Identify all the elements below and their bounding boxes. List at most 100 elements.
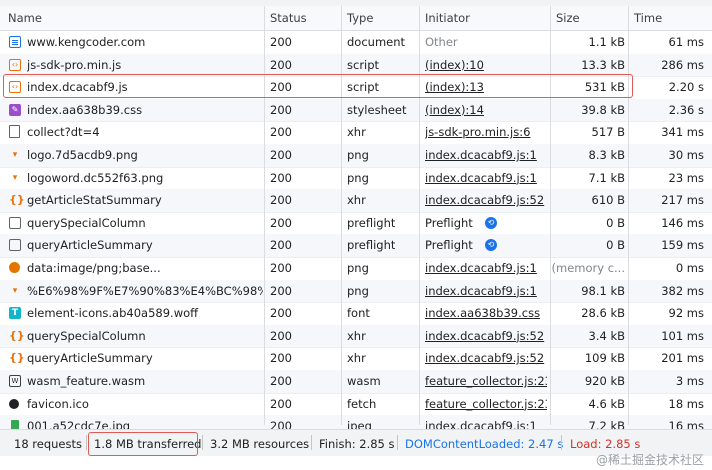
status-code: 200 — [270, 396, 292, 411]
table-row[interactable]: Telement-icons.ab40a589.woff 200 font index… — [0, 302, 712, 326]
initiator-link[interactable]: index.aa638b39.css — [425, 306, 547, 320]
initiator-link[interactable]: index.dcacabf9.js:1 — [425, 171, 547, 185]
initiator-link[interactable]: (index):14 — [425, 103, 547, 117]
table-row[interactable]: ✎ index.aa638b39.css 200 stylesheet (index):… — [0, 98, 712, 123]
initiator-link[interactable]: index.dcacabf9.js:1 — [425, 261, 547, 275]
size-value: 0 B — [606, 238, 625, 253]
request-name: queryArticleSummary — [27, 238, 153, 253]
requests-count: 18 requests — [14, 437, 82, 451]
request-name: element-icons.ab40a589.woff — [27, 306, 199, 321]
initiator-link[interactable]: (index):10 — [425, 58, 547, 72]
resource-type: xhr — [347, 193, 366, 208]
dom-content-loaded-time: DOMContentLoaded: 2.47 s — [405, 437, 564, 451]
initiator-link[interactable]: index.dcacabf9.js:52 — [425, 193, 547, 207]
size-value: 4.6 kB — [588, 396, 626, 411]
time-value: 2.20 s — [668, 80, 704, 95]
resource-type: stylesheet — [347, 102, 407, 117]
resource-type: png — [347, 283, 369, 298]
preflight-info-icon[interactable]: ⟲ — [485, 216, 497, 229]
table-row[interactable]: {} getArticleStatSummary 200 xhr index.dcaca… — [0, 189, 712, 213]
time-value: 0 ms — [675, 261, 704, 275]
font-icon: T — [9, 307, 21, 320]
time-value: 101 ms — [661, 328, 704, 343]
time-value: 201 ms — [661, 351, 704, 366]
column-divider — [550, 6, 551, 425]
time-value: 217 ms — [661, 193, 704, 208]
fetch-icon: {} — [9, 328, 25, 342]
request-name: %E6%98%9F%E7%90%83%E4%BC%98%E... — [27, 283, 263, 298]
table-row[interactable]: ▾ logo.7d5acdb9.png 200 png index.dcacabf9.j… — [0, 144, 712, 168]
status-code: 200 — [270, 261, 292, 275]
status-code: 200 — [270, 35, 292, 49]
table-row[interactable]: www.kengcoder.com 200 document Other 1.1 kB 6… — [0, 31, 712, 55]
resource-type: preflight — [347, 238, 396, 253]
status-code: 200 — [270, 102, 292, 117]
status-divider — [202, 435, 203, 450]
watermark: @稀土掘金技术社区 — [595, 453, 704, 467]
column-divider — [419, 6, 420, 425]
resource-type: xhr — [347, 125, 366, 140]
load-time: Load: 2.85 s — [570, 437, 641, 451]
column-header-status[interactable]: Status — [270, 11, 307, 25]
preflight-icon — [9, 239, 21, 252]
resource-type: fetch — [347, 396, 377, 411]
script-icon: ‹› — [9, 58, 21, 71]
initiator-link[interactable]: index.dcacabf9.js:52 — [425, 329, 547, 343]
time-value: 2.36 s — [668, 102, 704, 117]
wasm-icon: W — [9, 375, 21, 387]
image-icon: ▾ — [12, 150, 18, 160]
initiator-link[interactable]: feature_collector.js:23 — [425, 374, 547, 388]
request-name: favicon.ico — [27, 396, 89, 411]
fetch-icon: {} — [9, 351, 25, 365]
status-code: 200 — [270, 148, 292, 162]
status-code: 200 — [270, 125, 292, 140]
column-header-size[interactable]: Size — [556, 11, 580, 25]
resource-type: preflight — [347, 215, 396, 230]
data-image-icon — [9, 262, 20, 273]
table-row[interactable]: collect?dt=4 200 xhr js-sdk-pro.min.js:6 517… — [0, 121, 712, 145]
status-code: 200 — [270, 351, 292, 366]
status-divider — [311, 435, 312, 450]
status-code: 200 — [270, 238, 292, 253]
time-value: 341 ms — [661, 125, 704, 140]
initiator-link[interactable]: index.dcacabf9.js:1 — [425, 284, 547, 298]
size-value: 98.1 kB — [581, 283, 625, 298]
resource-type: script — [347, 57, 380, 72]
request-name: index.aa638b39.css — [27, 102, 143, 117]
time-value: 18 ms — [668, 396, 704, 411]
fetch-icon: {} — [9, 193, 25, 207]
resource-type: png — [347, 261, 369, 275]
column-header-initiator[interactable]: Initiator — [425, 11, 470, 25]
size-value: 517 B — [591, 125, 626, 140]
table-row[interactable]: querySpecialColumn 200 preflight Preflight 0… — [0, 212, 712, 236]
document-icon — [9, 36, 21, 48]
table-row[interactable]: data:image/png;base... 200 png index.dcacab… — [0, 257, 712, 281]
column-header-name[interactable]: Name — [8, 11, 42, 25]
size-value: 109 kB — [584, 351, 625, 366]
time-value: 286 ms — [661, 57, 704, 72]
column-divider — [628, 6, 629, 425]
table-row[interactable]: ▾ %E6%98%9F%E7%90%83%E4%BC%98%E... 200 png i… — [0, 279, 712, 304]
size-value: 1.1 kB — [588, 35, 626, 49]
table-row[interactable]: queryArticleSummary 200 preflight Preflight… — [0, 234, 712, 258]
column-header-time[interactable]: Time — [634, 11, 662, 25]
initiator-link[interactable]: js-sdk-pro.min.js:6 — [425, 125, 547, 139]
time-value: 382 ms — [661, 283, 704, 298]
column-divider — [341, 6, 342, 425]
request-name: logo.7d5acdb9.png — [27, 148, 138, 162]
table-row[interactable]: {} queryArticleSummary 200 xhr index.dcacabf… — [0, 347, 712, 371]
initiator-link[interactable]: index.dcacabf9.js:52 — [425, 351, 547, 365]
time-value: 23 ms — [668, 170, 704, 185]
column-header-type[interactable]: Type — [347, 11, 373, 25]
size-value: 7.1 kB — [588, 170, 626, 185]
time-value: 146 ms — [661, 215, 704, 230]
resource-type: font — [347, 306, 370, 321]
table-row[interactable]: {} querySpecialColumn 200 xhr index.dcacabf9… — [0, 324, 712, 349]
table-row[interactable]: Wwasm_feature.wasm 200 wasm feature_collect… — [0, 370, 712, 394]
table-row[interactable]: ▾ logoword.dc552f63.png 200 png index.dcacab… — [0, 167, 712, 191]
initiator-link[interactable]: feature_collector.js:23 — [425, 397, 547, 411]
status-code: 200 — [270, 215, 292, 230]
initiator-link[interactable]: index.dcacabf9.js:1 — [425, 148, 547, 162]
table-row[interactable]: favicon.ico 200 fetch feature_collector.js:… — [0, 393, 712, 417]
status-divider — [86, 435, 87, 450]
